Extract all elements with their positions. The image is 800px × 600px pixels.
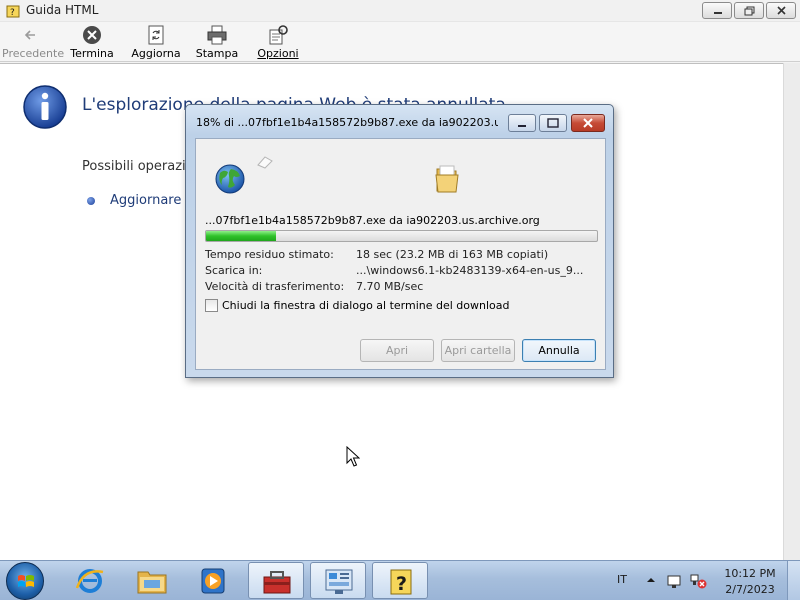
flying-paper-icon [257, 156, 273, 169]
time-left-value: 18 sec (23.2 MB di 163 MB copiati) [356, 248, 549, 261]
vertical-scrollbar[interactable] [783, 63, 800, 560]
close-on-complete-label[interactable]: Chiudi la finestra di dialogo al termine… [222, 299, 510, 312]
maximize-button[interactable] [734, 2, 764, 19]
minimize-icon [518, 125, 526, 127]
cancel-button[interactable]: Annulla [522, 339, 596, 362]
dialog-close-button[interactable] [571, 114, 605, 132]
progress-fill [206, 231, 277, 241]
help-app-icon: ? [6, 5, 20, 18]
download-to-label: Scarica in: [205, 264, 263, 277]
show-desktop-button[interactable] [787, 561, 800, 600]
windows-logo-icon [18, 575, 34, 587]
help-window-title: Guida HTML [26, 3, 99, 17]
download-progress-bar [205, 230, 598, 242]
options-label: Opzioni [257, 47, 299, 60]
mouse-pointer-icon [346, 446, 360, 467]
info-icon [23, 85, 67, 129]
dialog-maximize-button[interactable] [539, 114, 567, 132]
open-folder-button[interactable]: Apri cartella [441, 339, 515, 362]
bullet-icon [87, 197, 95, 205]
stop-label: Termina [70, 47, 114, 60]
control-panel-icon [325, 569, 353, 594]
stop-icon [83, 26, 101, 44]
options-icon [269, 25, 288, 45]
options-button[interactable]: Opzioni [254, 24, 302, 60]
help-titlebar[interactable]: ? Guida HTML [0, 0, 800, 22]
taskbar-help[interactable]: ? [372, 562, 428, 599]
show-hidden-icons-icon[interactable] [646, 573, 656, 587]
taskbar-internet-explorer[interactable] [62, 562, 118, 599]
refresh-label: Aggiorna [131, 47, 181, 60]
taskbar: ? IT 10:12 PM 2/7/2023 [0, 560, 800, 600]
close-button[interactable] [766, 2, 796, 19]
dialog-minimize-button[interactable] [508, 114, 536, 132]
restore-icon [744, 6, 755, 16]
back-label: Precedente [2, 47, 65, 60]
taskbar-media-player[interactable] [186, 562, 242, 599]
minimize-icon [714, 12, 722, 14]
file-explorer-icon [137, 571, 167, 594]
help-toolbar: Precedente Termina Aggiorna Stampa Opzio… [0, 22, 800, 62]
time-left-label: Tempo residuo stimato: [205, 248, 334, 261]
toolbox-icon [263, 571, 291, 594]
transfer-rate-label: Velocità di trasferimento: [205, 280, 345, 293]
svg-text:?: ? [396, 573, 407, 595]
close-icon [777, 6, 786, 15]
clock-time[interactable]: 10:12 PM [724, 567, 776, 580]
media-player-icon [201, 568, 225, 594]
globe-icon [215, 164, 245, 194]
internet-explorer-icon [75, 569, 104, 593]
action-center-icon[interactable] [666, 573, 682, 589]
taskbar-toolbox[interactable] [248, 562, 304, 599]
dialog-body: ...07fbf1e1b4a158572b9b87.exe da ia90220… [195, 138, 606, 370]
print-button[interactable]: Stampa [192, 24, 242, 60]
close-icon [583, 118, 593, 128]
taskbar-windows-explorer[interactable] [124, 562, 180, 599]
print-label: Stampa [195, 47, 239, 60]
refresh-button[interactable]: Aggiorna [128, 24, 184, 60]
help-icon: ? [390, 569, 412, 595]
printer-icon [207, 25, 227, 45]
download-dialog: 18% di ...07fbf1e1b4a158572b9b87.exe da … [185, 104, 614, 378]
maximize-icon [547, 118, 559, 128]
back-arrow-icon [24, 30, 35, 40]
refresh-icon [148, 25, 164, 45]
network-disconnected-icon[interactable] [690, 573, 708, 589]
start-button[interactable] [6, 562, 44, 600]
minimize-button[interactable] [702, 2, 732, 19]
stop-button[interactable]: Termina [66, 24, 118, 60]
svg-text:?: ? [10, 8, 15, 18]
download-to-value: ...\windows6.1-kb2483139-x64-en-us_9... [356, 264, 584, 277]
taskbar-control-panel[interactable] [310, 562, 366, 599]
back-button[interactable]: Precedente [2, 24, 65, 60]
open-button[interactable]: Apri [360, 339, 434, 362]
language-indicator[interactable]: IT [617, 573, 627, 586]
download-file-line: ...07fbf1e1b4a158572b9b87.exe da ia90220… [205, 214, 540, 227]
close-on-complete-checkbox[interactable] [205, 299, 218, 312]
folder-icon [435, 165, 459, 193]
clock-date[interactable]: 2/7/2023 [724, 583, 776, 596]
dialog-title: 18% di ...07fbf1e1b4a158572b9b87.exe da … [196, 116, 498, 129]
transfer-rate-value: 7.70 MB/sec [356, 280, 424, 293]
